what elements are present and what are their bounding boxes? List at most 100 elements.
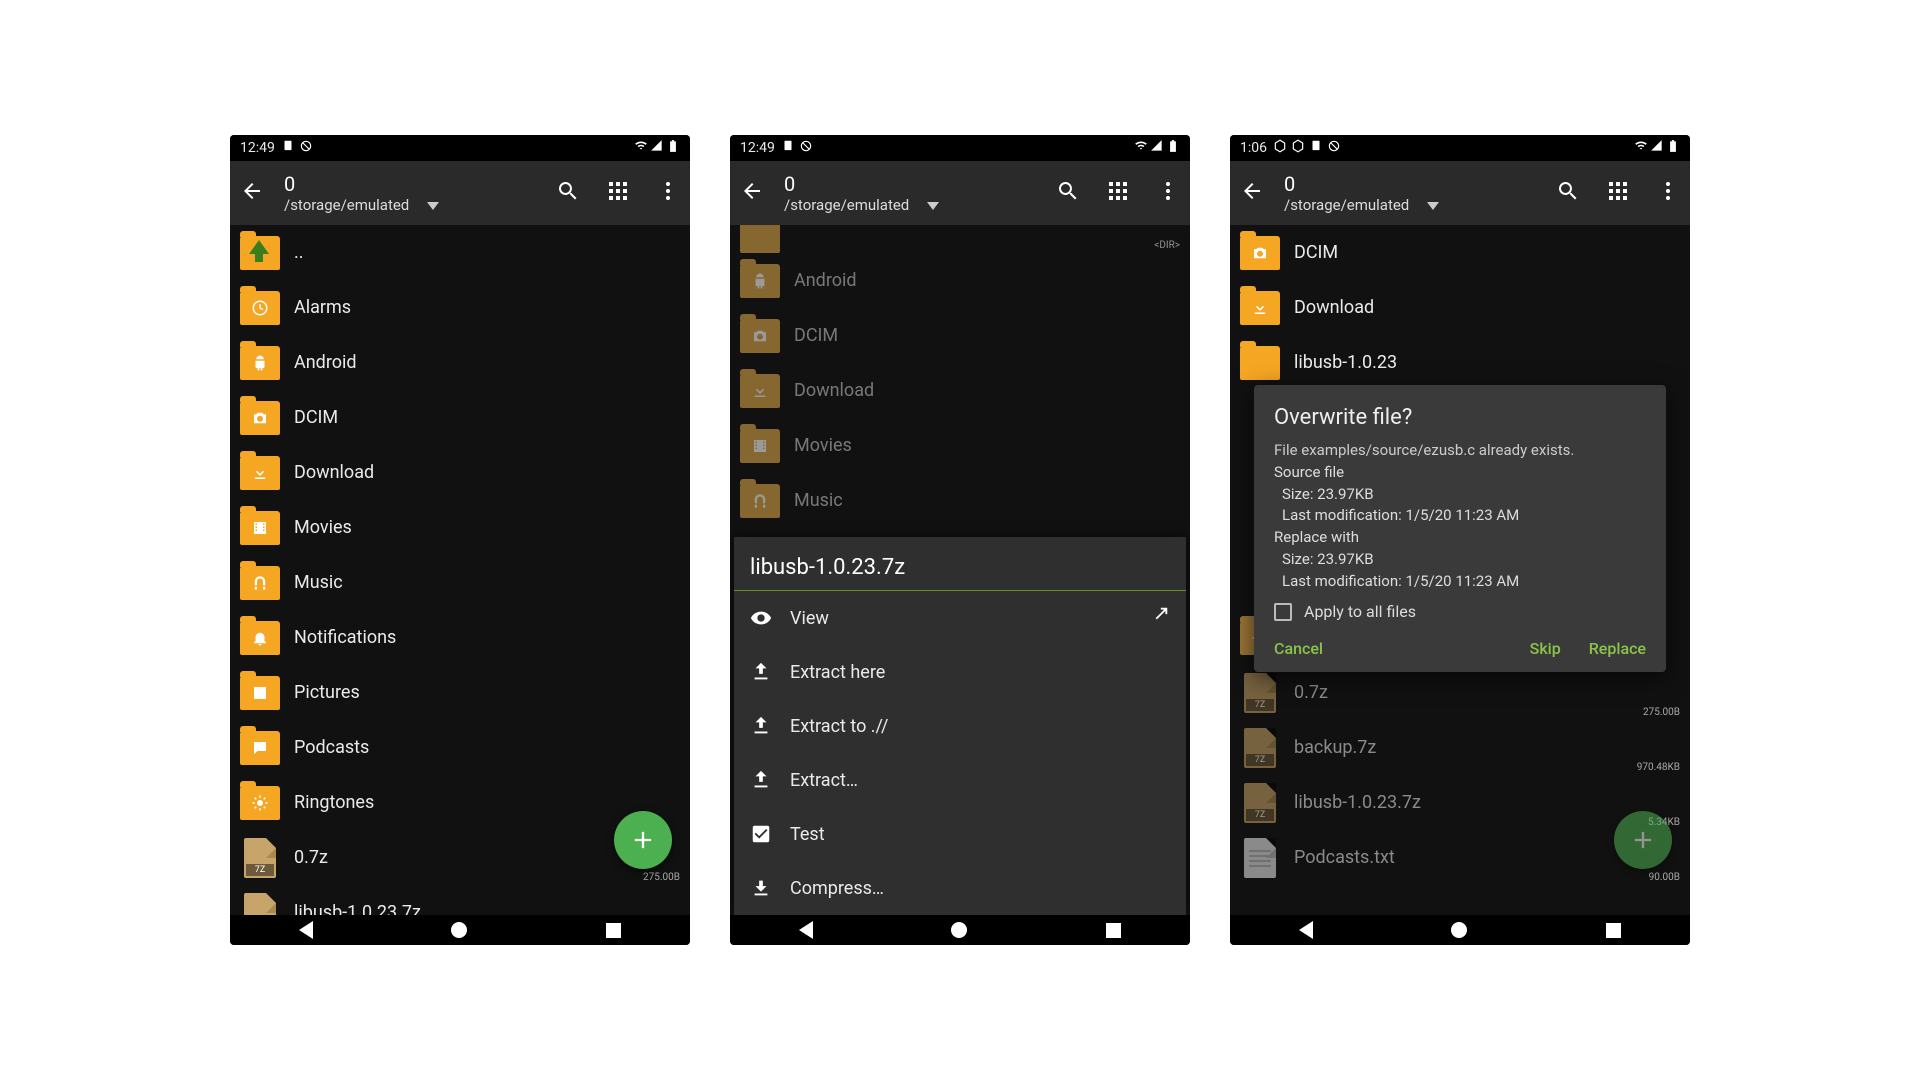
dialog-title: Overwrite file? <box>1274 405 1646 430</box>
list-item[interactable]: 7Zlibusb-1.0.23.7z970.34KB <box>230 885 690 915</box>
list-item[interactable]: .. <box>230 225 690 280</box>
sheet-action-label: Extract here <box>790 662 885 683</box>
back-button[interactable] <box>740 179 764 207</box>
sheet-action[interactable]: Extract here <box>734 645 1186 699</box>
list-item[interactable]: <DIR> <box>730 225 1190 253</box>
back-button[interactable] <box>240 179 264 207</box>
downloadb-icon <box>750 877 772 899</box>
sheet-action[interactable]: Extract… <box>734 753 1186 807</box>
overflow-button[interactable] <box>1156 179 1180 207</box>
wifi-icon <box>1134 139 1148 157</box>
back-button[interactable] <box>1240 179 1264 207</box>
item-name: Pictures <box>294 682 360 703</box>
nav-bar <box>1230 915 1690 945</box>
nav-recent[interactable] <box>1606 923 1621 938</box>
nav-bar <box>230 915 690 945</box>
grid-view-button[interactable] <box>606 179 630 207</box>
item-name: DCIM <box>294 407 338 428</box>
path-title[interactable]: 0 <box>284 172 409 196</box>
nav-back[interactable] <box>299 921 313 939</box>
nav-back[interactable] <box>1299 921 1313 939</box>
search-button[interactable] <box>556 179 580 207</box>
status-bar: 1:06 <box>1230 135 1690 161</box>
dropdown-icon[interactable] <box>427 202 439 210</box>
sheet-action-label: Compress… <box>790 878 884 899</box>
sheet-action-label: View <box>790 608 829 629</box>
replace-mod: Last modification: 1/5/20 11:23 AM <box>1282 571 1646 593</box>
status-bar: 12:49 <box>230 135 690 161</box>
sheet-action-label: Test <box>790 824 825 845</box>
cancel-button[interactable]: Cancel <box>1274 639 1323 658</box>
grid-view-button[interactable] <box>1606 179 1630 207</box>
list-item[interactable]: Movies <box>230 500 690 555</box>
dnd-icon <box>799 139 813 157</box>
search-button[interactable] <box>1556 179 1580 207</box>
nav-recent[interactable] <box>1106 923 1121 938</box>
apply-all-row[interactable]: Apply to all files <box>1274 602 1646 621</box>
path-subtitle[interactable]: /storage/emulated <box>284 196 409 214</box>
item-name: Podcasts <box>294 737 369 758</box>
hex-icon <box>1273 139 1287 157</box>
app-bar: 0 /storage/emulated <box>230 161 690 225</box>
checkbox-icon[interactable] <box>1274 603 1292 621</box>
source-mod: Last modification: 1/5/20 11:23 AM <box>1282 505 1646 527</box>
sheet-action-label: Extract… <box>790 770 858 791</box>
overflow-button[interactable] <box>656 179 680 207</box>
list-item[interactable]: Download <box>230 445 690 500</box>
grid-view-button[interactable] <box>1106 179 1130 207</box>
list-item[interactable]: Movies <box>730 418 1190 473</box>
file-list[interactable]: .. Alarms Android DCIM Download Movies M… <box>230 225 690 915</box>
list-item[interactable]: DCIM <box>730 308 1190 363</box>
list-item[interactable]: Podcasts <box>230 720 690 775</box>
sheet-action[interactable]: View <box>734 591 1186 645</box>
nav-back[interactable] <box>799 921 813 939</box>
status-time: 12:49 <box>740 140 775 156</box>
item-name: Music <box>794 490 843 511</box>
path-title[interactable]: 0 <box>1284 172 1409 196</box>
dropdown-icon[interactable] <box>927 202 939 210</box>
item-name: 0.7z <box>294 847 328 868</box>
list-item[interactable]: Notifications <box>230 610 690 665</box>
nav-home[interactable] <box>951 922 967 938</box>
dropdown-icon[interactable] <box>1427 202 1439 210</box>
list-item[interactable]: DCIM <box>230 390 690 445</box>
screenshot-2: 12:49 0 /storage/emulated <box>730 135 1190 945</box>
status-time: 1:06 <box>1240 140 1267 156</box>
sheet-action-label: Extract to .// <box>790 716 888 737</box>
nav-home[interactable] <box>451 922 467 938</box>
replace-button[interactable]: Replace <box>1589 639 1646 658</box>
nav-recent[interactable] <box>606 923 621 938</box>
list-item[interactable]: Android <box>730 253 1190 308</box>
search-button[interactable] <box>1056 179 1080 207</box>
list-item[interactable]: Music <box>730 473 1190 528</box>
dialog-scrim[interactable]: Overwrite file? File examples/source/ezu… <box>1230 225 1690 915</box>
doc-icon <box>781 139 795 157</box>
item-name: .. <box>294 242 304 263</box>
nav-home[interactable] <box>1451 922 1467 938</box>
sheet-action[interactable]: Compress… <box>734 861 1186 915</box>
hex-icon <box>1291 139 1305 157</box>
list-item[interactable]: Pictures <box>230 665 690 720</box>
item-name: Notifications <box>294 627 396 648</box>
list-item[interactable]: Music <box>230 555 690 610</box>
path-subtitle[interactable]: /storage/emulated <box>1284 196 1409 214</box>
status-bar: 12:49 <box>730 135 1190 161</box>
path-subtitle[interactable]: /storage/emulated <box>784 196 909 214</box>
path-title[interactable]: 0 <box>784 172 909 196</box>
fab-add[interactable] <box>614 811 672 869</box>
list-item[interactable]: Download <box>730 363 1190 418</box>
item-name: Movies <box>294 517 352 538</box>
replace-size: Size: 23.97KB <box>1282 549 1646 571</box>
apply-all-label: Apply to all files <box>1304 602 1416 621</box>
sheet-action[interactable]: Extract to .// <box>734 699 1186 753</box>
list-item[interactable]: Android <box>230 335 690 390</box>
overwrite-dialog: Overwrite file? File examples/source/ezu… <box>1254 385 1666 672</box>
battery-icon <box>1166 139 1180 157</box>
sheet-action[interactable]: Test <box>734 807 1186 861</box>
skip-button[interactable]: Skip <box>1530 639 1561 658</box>
item-name: Android <box>294 352 357 373</box>
list-item[interactable]: Alarms <box>230 280 690 335</box>
item-name: libusb-1.0.23.7z <box>294 902 421 915</box>
overflow-button[interactable] <box>1656 179 1680 207</box>
sheet-title: libusb-1.0.23.7z <box>734 537 1186 591</box>
